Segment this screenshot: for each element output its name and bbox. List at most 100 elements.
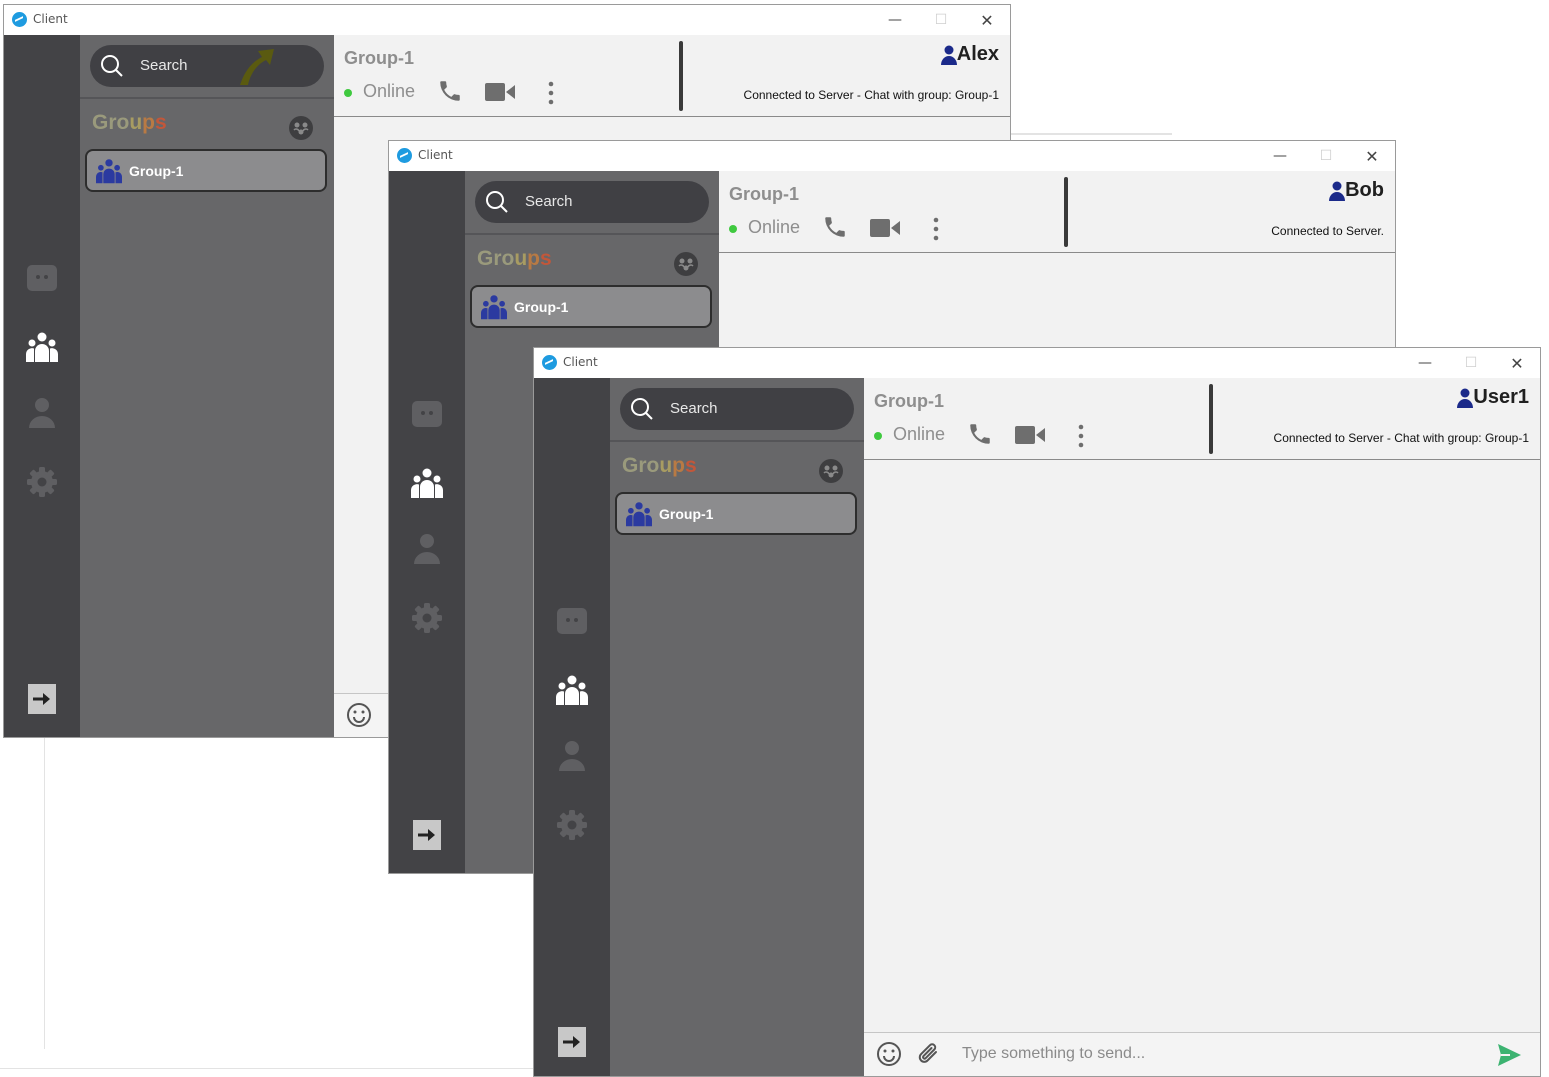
chat-header: Group-1 Online Bob Connected to Server. xyxy=(719,171,1395,253)
emoji-icon[interactable] xyxy=(876,1041,902,1067)
cursor-arrow-icon xyxy=(240,49,274,85)
sidebar-divider xyxy=(465,233,719,235)
chat-title: Group-1 xyxy=(344,48,414,68)
maximize-button[interactable]: ☐ xyxy=(1448,348,1494,378)
people-icon[interactable] xyxy=(411,467,443,499)
groups-sidebar: Search Groups Group-1 xyxy=(610,378,864,1076)
title-bar: Client — ☐ ✕ xyxy=(4,5,1010,36)
online-indicator xyxy=(344,89,352,97)
user-icon xyxy=(1329,181,1346,201)
attach-icon[interactable] xyxy=(916,1041,942,1067)
search-input[interactable]: Search xyxy=(475,181,709,223)
group-icon xyxy=(481,295,507,320)
people-icon[interactable] xyxy=(26,331,58,363)
nav-rail xyxy=(4,35,80,737)
window-title: Client xyxy=(563,355,598,369)
maximize-button[interactable]: ☐ xyxy=(1303,141,1349,171)
add-group-icon[interactable] xyxy=(673,251,699,277)
group-name: Group-1 xyxy=(659,506,714,522)
message-input[interactable]: Type something to send... xyxy=(962,1045,1145,1063)
current-user: User1 xyxy=(1457,386,1529,409)
send-icon[interactable] xyxy=(1496,1042,1522,1068)
groups-sidebar: Search Groups Group-1 xyxy=(80,35,334,737)
status-text: Online xyxy=(363,81,416,101)
gear-icon[interactable] xyxy=(556,809,588,841)
search-placeholder: Search xyxy=(525,193,573,210)
phone-icon[interactable] xyxy=(437,78,463,104)
app-logo-icon xyxy=(12,12,27,27)
video-icon[interactable] xyxy=(1015,425,1045,445)
logout-icon[interactable] xyxy=(556,1026,588,1058)
connection-status: Connected to Server - Chat with group: G… xyxy=(743,88,999,102)
chat-bubble-icon[interactable] xyxy=(556,605,588,637)
person-icon[interactable] xyxy=(556,739,588,771)
phone-icon[interactable] xyxy=(967,421,993,447)
logout-icon[interactable] xyxy=(411,819,443,851)
online-indicator xyxy=(729,225,737,233)
minimize-button[interactable]: — xyxy=(872,5,918,35)
emoji-icon[interactable] xyxy=(346,702,372,728)
groups-heading: Groups xyxy=(622,454,697,477)
title-bar: Client — ☐ ✕ xyxy=(389,141,1395,172)
title-bar: Client — ☐ ✕ xyxy=(534,348,1540,379)
search-input[interactable]: Search xyxy=(620,388,854,430)
search-placeholder: Search xyxy=(140,57,188,74)
username: Alex xyxy=(956,43,999,65)
app-logo-icon xyxy=(542,355,557,370)
background-line xyxy=(44,737,45,1049)
gear-icon[interactable] xyxy=(26,466,58,498)
gear-icon[interactable] xyxy=(411,602,443,634)
group-name: Group-1 xyxy=(514,299,569,315)
group-icon xyxy=(626,502,652,527)
groups-heading: Groups xyxy=(477,247,552,270)
search-icon xyxy=(631,398,653,420)
logout-icon[interactable] xyxy=(26,683,58,715)
user-icon xyxy=(940,45,957,65)
nav-rail xyxy=(389,171,465,873)
online-indicator xyxy=(874,432,882,440)
minimize-button[interactable]: — xyxy=(1402,348,1448,378)
people-icon[interactable] xyxy=(556,674,588,706)
video-icon[interactable] xyxy=(870,218,900,238)
app-logo-icon xyxy=(397,148,412,163)
search-input[interactable]: Search xyxy=(90,45,324,87)
group-list-item[interactable]: Group-1 xyxy=(615,492,857,535)
close-button[interactable]: ✕ xyxy=(964,5,1010,35)
chat-bubble-icon[interactable] xyxy=(411,398,443,430)
more-vertical-icon[interactable] xyxy=(1078,424,1084,448)
group-name: Group-1 xyxy=(129,163,184,179)
chat-header: Group-1 Online Alex Connected to Server … xyxy=(334,35,1010,117)
more-vertical-icon[interactable] xyxy=(933,217,939,241)
search-icon xyxy=(486,191,508,213)
username: User1 xyxy=(1473,386,1529,408)
add-group-icon[interactable] xyxy=(818,458,844,484)
status-text: Online xyxy=(748,217,801,237)
chat-bubble-icon[interactable] xyxy=(26,262,58,294)
more-vertical-icon[interactable] xyxy=(548,81,554,105)
person-icon[interactable] xyxy=(26,396,58,428)
search-placeholder: Search xyxy=(670,400,718,417)
sidebar-divider xyxy=(610,440,864,442)
connection-status: Connected to Server. xyxy=(1271,224,1384,238)
person-icon[interactable] xyxy=(411,532,443,564)
close-button[interactable]: ✕ xyxy=(1494,348,1540,378)
chat-title: Group-1 xyxy=(874,391,944,411)
window-title: Client xyxy=(418,148,453,162)
window-title: Client xyxy=(33,12,68,26)
video-icon[interactable] xyxy=(485,82,515,102)
close-button[interactable]: ✕ xyxy=(1349,141,1395,171)
group-list-item[interactable]: Group-1 xyxy=(85,149,327,192)
sidebar-divider xyxy=(80,97,334,99)
background-line xyxy=(0,1068,534,1069)
add-group-icon[interactable] xyxy=(288,115,314,141)
minimize-button[interactable]: — xyxy=(1257,141,1303,171)
chat-header: Group-1 Online User1 Connected to Server… xyxy=(864,378,1540,460)
groups-heading: Groups xyxy=(92,111,167,134)
header-divider xyxy=(1064,177,1068,247)
chat-panel: Group-1 Online User1 Connected to Server… xyxy=(864,378,1540,1076)
phone-icon[interactable] xyxy=(822,214,848,240)
current-user: Alex xyxy=(940,43,999,66)
chat-title: Group-1 xyxy=(729,184,799,204)
group-list-item[interactable]: Group-1 xyxy=(470,285,712,328)
maximize-button[interactable]: ☐ xyxy=(918,5,964,35)
